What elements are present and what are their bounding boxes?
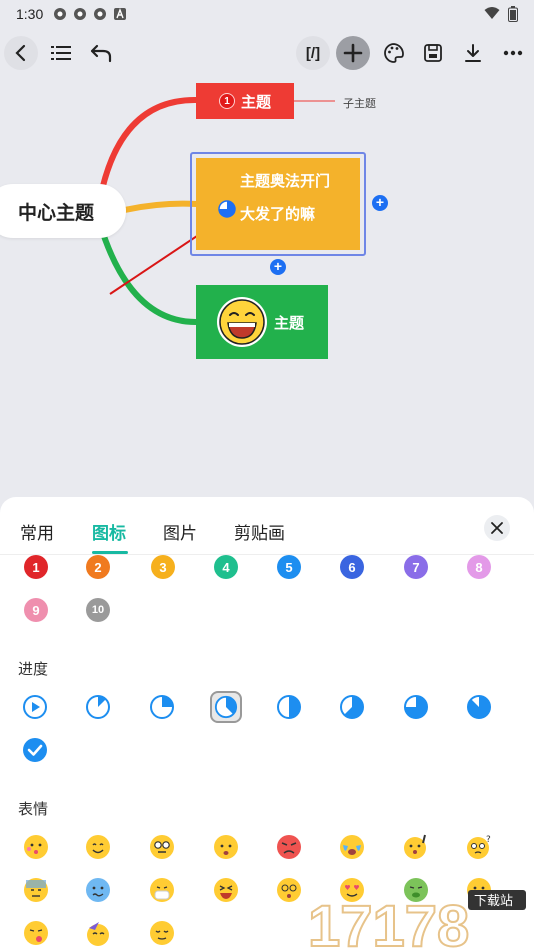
number-2-icon[interactable]: 2	[84, 553, 112, 581]
mask-emoji-icon[interactable]	[148, 876, 176, 904]
font-notification-icon	[114, 8, 127, 20]
download-button[interactable]	[456, 36, 490, 70]
number-10-icon[interactable]: 10	[84, 596, 112, 624]
selected-indicator	[210, 691, 242, 723]
number-7-icon[interactable]: 7	[402, 553, 430, 581]
app-notification-icon	[54, 8, 67, 20]
tab-common[interactable]: 常用	[20, 519, 54, 544]
status-bar: 1:30	[0, 0, 534, 28]
party-emoji-icon[interactable]	[84, 919, 112, 947]
close-icon	[491, 522, 503, 534]
topic-node-green[interactable]: 主题	[196, 285, 328, 359]
progress-seven-eighths-icon[interactable]	[465, 693, 493, 721]
angry-emoji-icon[interactable]	[275, 833, 303, 861]
add-child-button[interactable]: +	[270, 259, 286, 275]
number-6-icon[interactable]: 6	[338, 553, 366, 581]
tab-clipart[interactable]: 剪贴画	[234, 519, 285, 544]
progress-five-eighths-icon[interactable]	[338, 693, 366, 721]
section-title-progress: 进度	[18, 661, 49, 678]
topic-label: 主题	[274, 314, 305, 332]
back-button[interactable]	[4, 36, 38, 70]
nerd-emoji-icon[interactable]	[148, 833, 176, 861]
progress-three-quarters-icon[interactable]	[402, 693, 430, 721]
svg-text:?: ?	[486, 835, 491, 845]
cold-emoji-icon[interactable]	[84, 876, 112, 904]
number-4-icon[interactable]: 4	[212, 553, 240, 581]
smiling-emoji-icon[interactable]	[84, 833, 112, 861]
number-5-icon[interactable]: 5	[275, 553, 303, 581]
status-time: 1:30	[16, 6, 44, 22]
topic-label: 主题	[240, 93, 271, 111]
save-button[interactable]	[416, 36, 450, 70]
topic-label-line1: 主题奥法开门	[240, 173, 331, 190]
number-3-icon[interactable]: 3	[149, 553, 177, 581]
crying-emoji-icon[interactable]	[338, 833, 366, 861]
progress-eighth-icon[interactable]	[84, 693, 112, 721]
relieved-emoji-icon[interactable]	[148, 919, 176, 947]
number-1-icon[interactable]: 1	[22, 553, 50, 581]
progress-icon	[218, 200, 236, 218]
laughing-emoji-icon	[217, 297, 267, 347]
kissing-emoji-icon[interactable]	[22, 833, 50, 861]
progress-quarter-icon[interactable]	[148, 693, 176, 721]
site-watermark-logo: 17178 下载站	[304, 890, 534, 950]
style-button[interactable]	[377, 36, 411, 70]
tab-icons[interactable]: 图标	[92, 519, 126, 544]
add-sibling-button[interactable]: +	[372, 195, 388, 211]
battery-icon	[508, 6, 518, 22]
tongue-emoji-icon[interactable]	[22, 919, 50, 947]
dizzy-emoji-icon[interactable]	[275, 876, 303, 904]
progress-start-icon[interactable]	[21, 693, 49, 721]
app-notification-icon	[74, 8, 87, 20]
tab-images[interactable]: 图片	[163, 519, 197, 544]
icon-picker-panel: 常用 图标 图片 剪贴画 1 2 3 4 5 6 7 8 9 10 进度 表情 …	[0, 497, 534, 950]
format-label: [/]	[305, 44, 321, 62]
plus-icon	[343, 43, 363, 63]
progress-complete-icon[interactable]	[21, 736, 49, 764]
wifi-icon	[484, 7, 500, 19]
progress-half-icon[interactable]	[275, 693, 303, 721]
undo-icon	[90, 44, 112, 63]
toolbar: [/]	[0, 34, 534, 74]
more-button[interactable]	[496, 36, 530, 70]
close-panel-button[interactable]	[484, 515, 510, 541]
svg-text:17178: 17178	[308, 894, 469, 950]
format-button[interactable]: [/]	[296, 36, 330, 70]
outline-button[interactable]	[44, 36, 78, 70]
more-dots-icon	[503, 50, 523, 56]
back-arrow-icon	[15, 44, 26, 62]
worried-emoji-icon[interactable]	[212, 833, 240, 861]
number-1-icon: 1	[218, 93, 235, 109]
mindmap-canvas[interactable]: 中心主题 1 主题 子主题 主题奥法开门 大发了的嘛 + + 主题	[0, 74, 534, 500]
central-topic-node[interactable]: 中心主题	[0, 184, 126, 238]
topic-node-orange[interactable]: 主题奥法开门 大发了的嘛	[196, 158, 360, 250]
undo-button[interactable]	[84, 36, 118, 70]
sweating-emoji-icon[interactable]	[22, 876, 50, 904]
section-title-emoji: 表情	[18, 801, 49, 818]
topic-label-line2: 大发了的嘛	[240, 206, 316, 223]
surprised-emoji-icon[interactable]	[402, 833, 430, 861]
central-topic-label: 中心主题	[17, 202, 94, 224]
download-icon	[465, 44, 481, 62]
progress-three-eighths-icon[interactable]	[209, 690, 243, 724]
number-8-icon[interactable]: 8	[465, 553, 493, 581]
subtopic-label[interactable]: 子主题	[343, 95, 376, 111]
add-topic-button[interactable]	[336, 36, 370, 70]
save-icon	[424, 44, 442, 62]
topic-node-red[interactable]: 1 主题	[196, 83, 294, 119]
svg-text:下载站: 下载站	[474, 894, 513, 909]
panel-tabs: 常用 图标 图片 剪贴画	[0, 497, 534, 555]
number-9-icon[interactable]: 9	[22, 596, 50, 624]
list-icon	[51, 46, 71, 60]
confused-emoji-icon[interactable]: ?	[465, 833, 493, 861]
grinning-squint-emoji-icon[interactable]	[212, 876, 240, 904]
palette-icon	[384, 43, 404, 63]
app-notification-icon	[94, 8, 107, 20]
